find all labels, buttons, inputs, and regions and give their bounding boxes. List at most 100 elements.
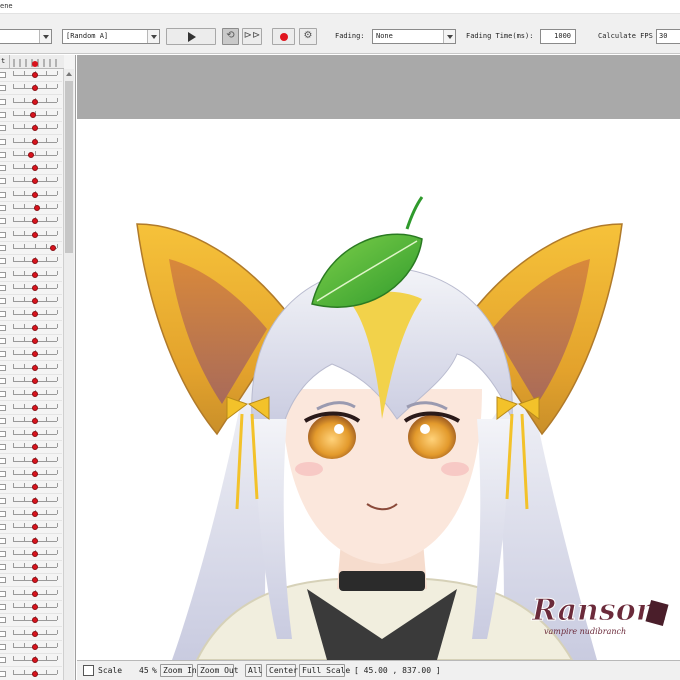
chevron-down-icon[interactable] <box>443 30 455 43</box>
parameter-slider-knob[interactable] <box>34 205 41 211</box>
parameter-checkbox[interactable] <box>0 377 6 384</box>
parameter-checkbox[interactable] <box>0 72 6 78</box>
preview-canvas[interactable] <box>77 55 680 660</box>
parameter-slider-knob[interactable] <box>32 457 38 464</box>
parameter-slider-knob[interactable] <box>32 404 38 411</box>
parameter-slider-knob[interactable] <box>32 298 38 305</box>
parameter-checkbox[interactable] <box>0 165 6 172</box>
scrollbar-thumb[interactable] <box>65 81 73 253</box>
parameter-slider-knob[interactable] <box>32 231 38 238</box>
parameter-checkbox[interactable] <box>0 564 6 571</box>
parameter-checkbox[interactable] <box>0 457 6 464</box>
scale-checkbox[interactable] <box>83 665 94 676</box>
fading-select[interactable]: None <box>372 29 456 44</box>
parameter-slider-knob[interactable] <box>32 484 38 491</box>
parameter-checkbox[interactable] <box>0 338 6 344</box>
parameter-checkbox[interactable] <box>0 311 6 318</box>
parameter-checkbox[interactable] <box>0 417 6 424</box>
parameter-checkbox[interactable] <box>0 244 6 251</box>
parameter-slider-knob[interactable] <box>32 471 38 477</box>
parameter-slider-knob[interactable] <box>32 165 38 172</box>
fading-time-input[interactable]: 1000 <box>540 29 576 44</box>
parameter-checkbox[interactable] <box>0 431 6 438</box>
parameter-slider-knob[interactable] <box>32 630 38 637</box>
parameter-slider-knob[interactable] <box>32 391 38 398</box>
parameter-slider-knob[interactable] <box>32 271 38 278</box>
motion-select[interactable]: [Random A] <box>62 29 160 44</box>
parameter-slider-knob[interactable] <box>32 417 38 424</box>
parameter-slider-knob[interactable] <box>49 244 56 251</box>
parameter-slider-knob[interactable] <box>32 377 38 384</box>
parameter-checkbox[interactable] <box>0 284 6 291</box>
parameter-slider-knob[interactable] <box>32 590 38 597</box>
parameter-slider-knob[interactable] <box>32 550 38 557</box>
parameter-checkbox[interactable] <box>0 218 6 225</box>
parameter-slider-knob[interactable] <box>32 364 38 371</box>
parameter-checkbox[interactable] <box>0 617 6 624</box>
parameter-checkbox[interactable] <box>0 524 6 531</box>
parameter-checkbox[interactable] <box>0 351 6 358</box>
parameter-checkbox[interactable] <box>0 178 6 185</box>
parameter-checkbox[interactable] <box>0 364 6 371</box>
parameter-checkbox[interactable] <box>0 471 6 477</box>
parameter-slider-knob[interactable] <box>32 284 38 291</box>
parameter-checkbox[interactable] <box>0 85 6 92</box>
parameter-checkbox[interactable] <box>0 643 6 650</box>
parameter-checkbox[interactable] <box>0 670 6 677</box>
parameter-slider-knob[interactable] <box>32 138 38 145</box>
parameter-slider-knob[interactable] <box>32 72 38 78</box>
parameter-checkbox[interactable] <box>0 258 6 265</box>
record-button[interactable] <box>272 28 295 45</box>
parameter-checkbox[interactable] <box>0 324 6 331</box>
parameter-checkbox[interactable] <box>0 138 6 145</box>
parameter-slider-knob[interactable] <box>32 311 38 318</box>
fps-input[interactable]: 30 <box>656 29 680 44</box>
parameter-slider-knob[interactable] <box>32 98 38 105</box>
parameter-slider-knob[interactable] <box>32 577 38 584</box>
parameter-slider-knob[interactable] <box>32 537 38 544</box>
parameter-slider-knob[interactable] <box>32 431 38 438</box>
parameter-slider-knob[interactable] <box>32 564 38 571</box>
zoom-in-button[interactable]: Zoom In <box>160 664 197 677</box>
parameter-checkbox[interactable] <box>0 298 6 305</box>
model-stage[interactable] <box>77 119 680 660</box>
parameter-checkbox[interactable] <box>0 657 6 664</box>
parameter-checkbox[interactable] <box>0 550 6 557</box>
parameter-checkbox[interactable] <box>0 271 6 278</box>
parameter-slider-knob[interactable] <box>32 85 38 92</box>
model-select[interactable] <box>0 29 52 44</box>
parameter-checkbox[interactable] <box>0 205 6 211</box>
parameter-checkbox[interactable] <box>0 391 6 398</box>
parameter-slider-knob[interactable] <box>32 604 38 610</box>
fast-forward-button[interactable]: ⊳⊳ <box>242 28 262 45</box>
zoom-out-button[interactable]: Zoom Out <box>197 664 239 677</box>
parameter-slider-knob[interactable] <box>32 178 38 185</box>
parameter-slider-knob[interactable] <box>32 643 38 650</box>
chevron-down-icon[interactable] <box>39 30 51 43</box>
parameter-slider-knob[interactable] <box>29 111 36 118</box>
parameter-checkbox[interactable] <box>0 231 6 238</box>
parameter-checkbox[interactable] <box>0 577 6 584</box>
parameter-slider-knob[interactable] <box>32 497 38 504</box>
parameter-checkbox[interactable] <box>0 98 6 105</box>
parameter-checkbox[interactable] <box>0 444 6 451</box>
parameter-slider-knob[interactable] <box>32 657 38 664</box>
center-button[interactable]: Center <box>266 664 298 677</box>
parameter-checkbox[interactable] <box>0 510 6 517</box>
parameter-scrollbar[interactable] <box>63 69 74 680</box>
parameter-slider-knob[interactable] <box>32 338 38 344</box>
zoom-all-button[interactable]: All <box>245 664 262 677</box>
parameter-checkbox[interactable] <box>0 191 6 198</box>
settings-button[interactable]: ⚙ <box>299 28 317 45</box>
play-button[interactable] <box>166 28 216 45</box>
parameter-checkbox[interactable] <box>0 590 6 597</box>
parameter-slider-knob[interactable] <box>32 258 38 265</box>
parameter-checkbox[interactable] <box>0 630 6 637</box>
parameter-slider-knob[interactable] <box>32 125 38 132</box>
parameter-slider-knob[interactable] <box>32 191 38 198</box>
parameter-checkbox[interactable] <box>0 404 6 411</box>
chevron-down-icon[interactable] <box>147 30 159 43</box>
parameter-slider-knob[interactable] <box>32 218 38 225</box>
parameter-checkbox[interactable] <box>0 125 6 132</box>
parameter-checkbox[interactable] <box>0 497 6 504</box>
